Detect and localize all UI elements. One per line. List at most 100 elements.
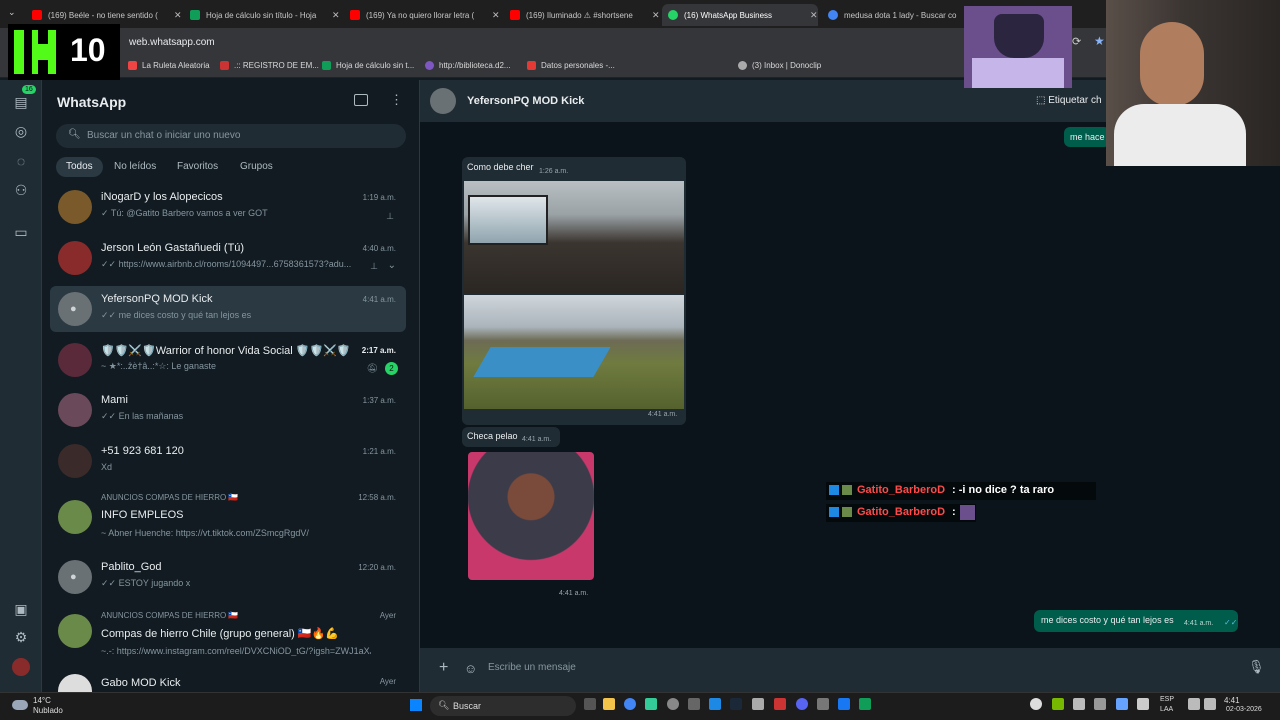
chat-list-panel: WhatsApp ⋮ 🔍︎ Buscar un chat o iniciar u… — [42, 80, 420, 692]
discord-icon[interactable] — [796, 698, 808, 710]
filter-all[interactable]: Todos — [56, 157, 103, 177]
chat-row[interactable]: Mami ✓✓ En las mañanas 1:37 a.m. — [50, 387, 406, 433]
clock-date[interactable]: 02-03-2026 — [1226, 706, 1262, 713]
tab-list-icon[interactable]: ⌄ — [8, 7, 16, 18]
contact-avatar[interactable] — [430, 88, 456, 114]
close-icon[interactable]: ✕ — [810, 10, 818, 21]
steam-icon[interactable] — [730, 698, 742, 710]
task-view-icon[interactable] — [584, 698, 596, 710]
filter-groups[interactable]: Grupos — [230, 157, 283, 177]
message-outgoing[interactable]: me hace — [1064, 127, 1110, 147]
channels-icon[interactable]: ◌ — [13, 153, 29, 169]
emoji-icon[interactable]: ☺ — [464, 661, 477, 676]
chat-row[interactable]: ● Pablito_God ✓✓ ESTOY jugando x 12:20 a… — [50, 554, 406, 600]
taskbar-search[interactable]: 🔍︎ Buscar — [430, 696, 576, 716]
chat-row[interactable]: iNogarD y los Alopecicos ✓ Tú: @Gatito B… — [50, 184, 406, 230]
app-title: WhatsApp — [57, 94, 127, 110]
chats-icon[interactable]: ▤ — [13, 94, 29, 110]
tools-icon[interactable]: ▭ — [13, 224, 29, 240]
label-chat-button[interactable]: ⬚ Etiquetar ch — [1036, 95, 1102, 106]
chat-row[interactable]: 🛡️🛡️⚔️🛡️Warrior of honor Vida Social 🛡️🛡… — [50, 337, 406, 383]
kick-viewer-overlay: 10 — [8, 24, 120, 80]
windows-start-icon[interactable] — [410, 699, 422, 711]
clock-time[interactable]: 4:41 — [1224, 696, 1240, 705]
filter-unread[interactable]: No leídos — [104, 157, 166, 177]
tab-google[interactable]: medusa dota 1 lady - Buscar co — [822, 4, 962, 26]
app-icon[interactable] — [667, 698, 679, 710]
new-chat-icon[interactable] — [354, 94, 368, 106]
tray-icon[interactable] — [1073, 698, 1085, 710]
volume-icon[interactable] — [1204, 698, 1216, 710]
chat-row[interactable]: +51 923 681 120 Xd 1:21 a.m. — [50, 438, 406, 484]
tray-icon[interactable] — [1030, 698, 1042, 710]
tab-sheets[interactable]: Hoja de cálculo sin título - Hoja ✕ — [184, 4, 340, 26]
emote-image — [960, 505, 975, 520]
bookmark-biblioteca[interactable]: http://biblioteca.d2... — [425, 61, 511, 70]
message-input[interactable]: Escribe un mensaje — [488, 662, 576, 673]
tab-youtube-1[interactable]: (169) Beéle - no tiene sentido (✕ — [26, 4, 182, 26]
facebook-icon[interactable] — [838, 698, 850, 710]
app-icon[interactable] — [645, 698, 657, 710]
star-icon[interactable]: ★ — [1094, 34, 1105, 48]
app-icon[interactable] — [774, 698, 786, 710]
message-incoming[interactable]: Checa pelao 4:41 a.m. — [462, 427, 560, 447]
url-field[interactable]: web.whatsapp.com — [129, 37, 215, 48]
stream-chat-line: Gatito_BarberoD : -i no dice ? ta raro — [826, 482, 1096, 500]
profile-avatar[interactable] — [12, 658, 30, 676]
attach-icon[interactable]: + — [439, 659, 448, 677]
message-outgoing[interactable]: me dices costo y qué tan lejos es 4:41 a… — [1034, 610, 1238, 632]
sheets-icon[interactable] — [859, 698, 871, 710]
close-icon[interactable]: ✕ — [492, 10, 500, 21]
menu-icon[interactable]: ⋮ — [390, 92, 403, 108]
app-icon[interactable] — [817, 698, 829, 710]
microphone-icon[interactable]: 🎙︎ — [1248, 659, 1265, 675]
tab-youtube-2[interactable]: (169) Ya no quiero llorar letra (✕ — [344, 4, 500, 26]
bookmark-registro[interactable]: .:: REGISTRO DE EM... — [220, 61, 319, 70]
tab-whatsapp[interactable]: (16) WhatsApp Business ✕ — [662, 4, 818, 26]
bookmark-ruleta[interactable]: La Ruleta Aleatoria — [128, 61, 210, 70]
chat-row[interactable]: Gabo MOD Kick Ayer — [50, 668, 406, 692]
tray-icon[interactable] — [1116, 698, 1128, 710]
avatar — [58, 241, 92, 275]
filter-favorites[interactable]: Favoritos — [167, 157, 228, 177]
microphone-icon[interactable] — [1137, 698, 1149, 710]
chat-row[interactable]: ANUNCIOS COMPAS DE HIERRO 🇨🇱 Compas de h… — [50, 602, 406, 664]
communities-icon[interactable]: ⚇ — [13, 182, 29, 198]
chat-row[interactable]: Jerson León Gastañuedi (Tú) ✓✓ https://w… — [50, 235, 406, 281]
file-explorer-icon[interactable] — [603, 698, 615, 710]
message-incoming-images[interactable]: Como debe cher 1:26 a.m. 4:41 a.m. — [462, 157, 686, 425]
bookmark-inbox[interactable]: (3) Inbox | Donoclip — [738, 61, 821, 70]
settings-icon[interactable]: ⚙ — [13, 629, 29, 645]
search-input[interactable]: Buscar un chat o iniciar uno nuevo — [87, 130, 240, 141]
stream-chat-line: Gatito_BarberoD : — [826, 504, 976, 522]
media-icon[interactable]: ▣ — [13, 601, 29, 617]
contact-name[interactable]: YefersonPQ MOD Kick — [467, 95, 584, 107]
image-room-photo[interactable] — [464, 181, 684, 293]
network-icon[interactable] — [1188, 698, 1200, 710]
pin-icon: ⊥ — [386, 211, 394, 221]
app-icon[interactable] — [752, 698, 764, 710]
search-icon: 🔍︎ — [68, 129, 81, 140]
webcam-overlay — [1106, 0, 1280, 166]
muted-icon: 🔕︎ — [366, 363, 378, 373]
chat-row[interactable]: ANUNCIOS COMPAS DE HIERRO 🇨🇱 INFO EMPLEO… — [50, 488, 406, 550]
search-icon: 🔍︎ — [438, 700, 450, 710]
close-icon[interactable]: ✕ — [332, 10, 340, 21]
app-icon[interactable] — [688, 698, 700, 710]
chevron-down-icon[interactable]: ⌄ — [388, 260, 396, 271]
status-icon[interactable]: ◎ — [13, 123, 29, 139]
search-box[interactable]: 🔍︎ Buscar un chat o iniciar uno nuevo — [56, 124, 406, 148]
bookmark-datos[interactable]: Datos personales -... — [527, 61, 615, 70]
app-icon[interactable] — [709, 698, 721, 710]
chat-row-selected[interactable]: ● YefersonPQ MOD Kick ✓✓ me dices costo … — [50, 286, 406, 332]
close-icon[interactable]: ✕ — [652, 10, 660, 21]
chrome-icon[interactable] — [624, 698, 636, 710]
tray-icon[interactable] — [1052, 698, 1064, 710]
tab-youtube-3[interactable]: (169) Iluminado ⚠ #shortsene ✕ — [504, 4, 660, 26]
close-icon[interactable]: ✕ — [174, 10, 182, 21]
install-icon[interactable]: ⟳ — [1072, 35, 1081, 48]
tray-icon[interactable] — [1094, 698, 1106, 710]
image-pool-photo[interactable] — [464, 295, 684, 409]
bookmark-hoja[interactable]: Hoja de cálculo sin t... — [322, 61, 414, 70]
sticker-image[interactable] — [468, 452, 594, 580]
